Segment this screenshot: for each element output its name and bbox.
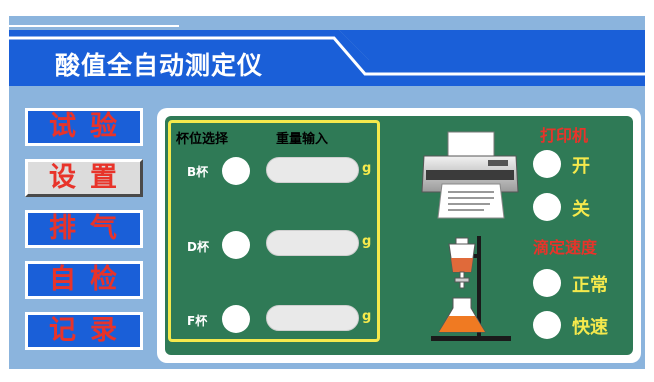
bottom-border <box>9 369 645 375</box>
cup-d-weight-field[interactable] <box>266 230 359 256</box>
cup-b-label: B杯 <box>187 165 209 179</box>
speed-normal-label: 正常 <box>572 275 608 296</box>
app-title: 酸值全自动测定仪 <box>55 51 264 80</box>
nav-test-button[interactable]: 试验 <box>25 108 143 146</box>
cup-b-radio[interactable] <box>222 157 250 185</box>
nav-settings-button[interactable]: 设置 <box>25 159 143 197</box>
cup-d-label: D杯 <box>187 240 209 254</box>
cup-b-weight-field[interactable] <box>266 157 359 183</box>
cup-select-header: 杯位选择 <box>176 132 229 147</box>
cup-f-unit: g <box>362 309 372 324</box>
printer-off-radio[interactable] <box>533 193 561 221</box>
printer-on-radio[interactable] <box>533 150 561 178</box>
speed-normal-radio[interactable] <box>533 269 561 297</box>
cup-f-radio[interactable] <box>222 305 250 333</box>
speed-fast-label: 快速 <box>572 317 608 338</box>
cup-f-weight-field[interactable] <box>266 305 359 331</box>
cup-f-label: F杯 <box>187 314 208 328</box>
printer-icon <box>421 131 519 219</box>
nav-selfcheck-button[interactable]: 自检 <box>25 261 143 299</box>
nav-purge-button[interactable]: 排气 <box>25 210 143 248</box>
titration-speed-title: 滴定速度 <box>533 238 598 257</box>
nav-records-button[interactable]: 记录 <box>25 312 143 350</box>
speed-fast-radio[interactable] <box>533 311 561 339</box>
cup-d-unit: g <box>362 234 372 249</box>
cup-b-unit: g <box>362 161 372 176</box>
cup-d-radio[interactable] <box>222 231 250 259</box>
titration-apparatus-icon <box>431 236 511 341</box>
printer-off-label: 关 <box>572 199 590 220</box>
printer-title: 打印机 <box>540 126 589 145</box>
printer-on-label: 开 <box>572 156 590 177</box>
weight-input-header: 重量输入 <box>276 132 329 147</box>
